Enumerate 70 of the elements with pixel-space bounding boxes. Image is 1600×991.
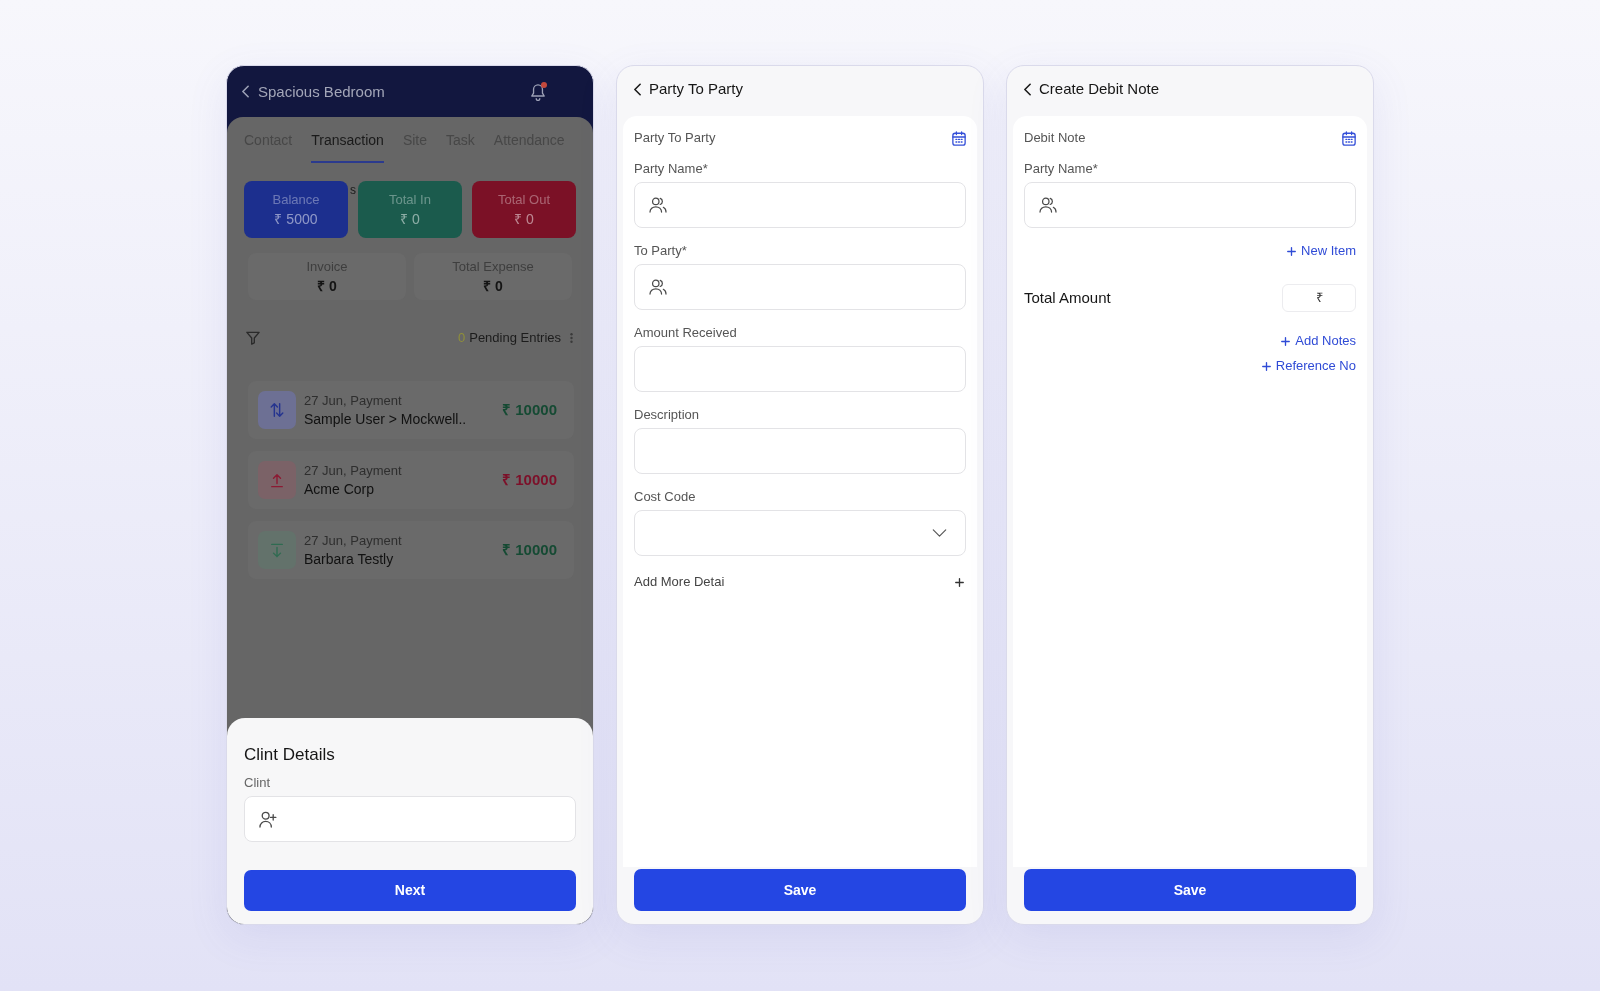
field-label: Cost Code xyxy=(634,489,697,505)
transaction-amount: ₹ 10000 xyxy=(502,471,557,489)
dropdown-field[interactable] xyxy=(634,510,966,556)
transaction-party: Sample User > Mockwell.. xyxy=(304,410,468,428)
back-icon[interactable] xyxy=(1024,82,1031,96)
card-value: ₹ 0 xyxy=(514,210,534,228)
more-details-label[interactable]: Add More Detai xyxy=(634,574,725,590)
input-field[interactable] xyxy=(634,264,966,310)
transaction-row[interactable]: 27 Jun, Payment Sample User > Mockwell.. ₹ 10000 xyxy=(248,381,574,439)
input-field[interactable] xyxy=(634,182,966,228)
transfer-arrows-icon xyxy=(258,391,296,429)
screen-title: Spacious Bedroom xyxy=(258,81,385,102)
people-icon xyxy=(649,279,667,295)
field-label: Clint xyxy=(244,775,271,791)
total-value: ₹ 0 xyxy=(317,277,337,295)
form-label: Debit Note xyxy=(1024,130,1086,146)
total-value: ₹ 0 xyxy=(483,277,503,295)
screen-title: Create Debit Note xyxy=(1039,79,1160,99)
field-label: To Party* xyxy=(634,243,688,259)
tab[interactable]: Transaction xyxy=(311,117,384,163)
people-icon xyxy=(1039,197,1057,213)
chevron-down-icon xyxy=(932,529,947,537)
input-field[interactable] xyxy=(634,346,966,392)
add-link[interactable]: Add Notes xyxy=(1281,333,1356,349)
filter-icon[interactable] xyxy=(246,331,260,345)
plus-icon xyxy=(1287,246,1297,256)
field-label: Description xyxy=(634,407,701,423)
add-link[interactable]: New Item xyxy=(1287,243,1356,259)
next-button[interactable]: Next xyxy=(244,870,576,911)
screen-title: Party To Party xyxy=(649,79,743,99)
people-icon xyxy=(649,197,667,213)
field-label: Party Name* xyxy=(1024,161,1099,177)
transaction-amount: ₹ 10000 xyxy=(502,541,557,559)
card-label: Total In xyxy=(389,191,431,208)
add-person-icon xyxy=(259,810,277,828)
form-label: Party To Party xyxy=(634,130,716,146)
covered-text: s xyxy=(350,183,356,197)
input-field[interactable] xyxy=(244,796,576,842)
calendar-icon[interactable] xyxy=(1342,130,1356,146)
plus-icon xyxy=(1281,336,1291,346)
transaction-date: 27 Jun, Payment xyxy=(304,392,403,409)
transaction-date: 27 Jun, Payment xyxy=(304,462,403,479)
total-amount-label: Total Amount xyxy=(1024,289,1111,307)
input-field[interactable] xyxy=(634,428,966,474)
bell-icon[interactable] xyxy=(530,82,546,101)
pending-label[interactable]: Pending Entries xyxy=(469,330,561,346)
amount-field[interactable]: ₹ xyxy=(1282,284,1356,312)
more-icon[interactable] xyxy=(570,332,573,344)
card-label: Balance xyxy=(272,191,320,208)
back-icon[interactable] xyxy=(634,82,641,96)
add-link[interactable]: Reference No xyxy=(1261,358,1356,374)
field-label: Party Name* xyxy=(634,161,709,177)
card-value: ₹ 0 xyxy=(400,210,420,228)
back-icon[interactable] xyxy=(242,85,249,98)
transaction-amount: ₹ 10000 xyxy=(502,401,557,419)
calendar-icon[interactable] xyxy=(952,130,966,146)
field-label: Amount Received xyxy=(634,325,738,341)
save-button[interactable]: Save xyxy=(1024,869,1356,911)
transaction-row[interactable]: 27 Jun, Payment Barbara Testly ₹ 10000 xyxy=(248,521,574,579)
save-button[interactable]: Save xyxy=(634,869,966,911)
transaction-party: Acme Corp xyxy=(304,480,376,498)
input-field[interactable] xyxy=(1024,182,1356,228)
transaction-party: Barbara Testly xyxy=(304,550,395,568)
card-label: Total Out xyxy=(498,191,550,208)
transaction-date: 27 Jun, Payment xyxy=(304,532,403,549)
plus-icon xyxy=(955,577,964,587)
card-value: ₹ 5000 xyxy=(274,210,318,228)
transaction-row[interactable]: 27 Jun, Payment Acme Corp ₹ 10000 xyxy=(248,451,574,509)
plus-icon xyxy=(1261,361,1271,371)
sheet-title: Clint Details xyxy=(244,744,336,766)
